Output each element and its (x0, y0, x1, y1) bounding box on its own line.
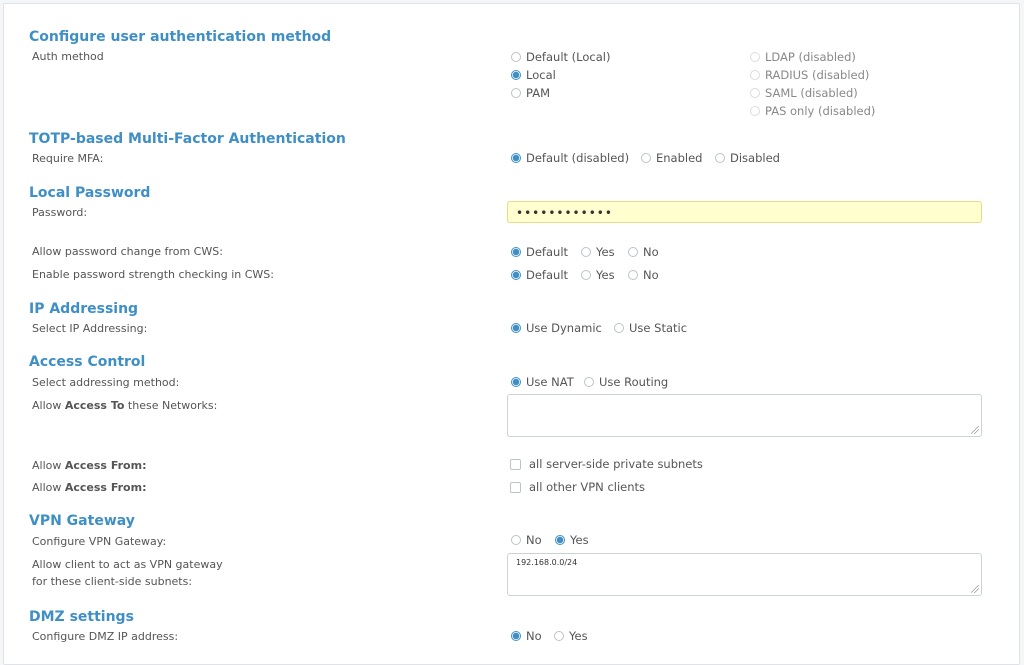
gateway-subnets-textarea[interactable]: 192.168.0.0/24 (507, 553, 982, 596)
gateway-option-no[interactable]: No (511, 533, 542, 547)
auth-section-title: Configure user authentication method (29, 29, 332, 45)
radio-disabled-icon (750, 88, 760, 98)
access-option-routing[interactable]: Use Routing (584, 375, 668, 389)
radio-disabled-icon (750, 70, 760, 80)
auth-option-pas-only: PAS only (disabled) (750, 104, 875, 118)
radio-checked-icon[interactable] (511, 377, 521, 387)
dmz-option-yes[interactable]: Yes (554, 629, 588, 643)
radio-checked-icon[interactable] (555, 535, 565, 545)
auth-option-ldap: LDAP (disabled) (750, 50, 856, 64)
radio-icon[interactable] (581, 270, 591, 280)
radio-checked-icon[interactable] (511, 631, 521, 641)
radio-disabled-icon (750, 106, 760, 116)
gateway-option-yes[interactable]: Yes (555, 533, 589, 547)
radio-icon[interactable] (628, 247, 638, 257)
addressing-method-label: Select addressing method: (32, 376, 180, 389)
server-subnets-checkbox[interactable]: all server-side private subnets (510, 457, 703, 471)
auth-option-pam[interactable]: PAM (511, 86, 550, 100)
mfa-option-disabled[interactable]: Disabled (715, 151, 780, 165)
password-change-label: Allow password change from CWS: (32, 245, 223, 258)
password-change-yes[interactable]: Yes (581, 245, 615, 259)
require-mfa-label: Require MFA: (32, 152, 104, 165)
ip-option-static[interactable]: Use Static (614, 321, 687, 335)
password-label: Password: (32, 206, 88, 219)
password-section-title: Local Password (29, 185, 151, 201)
radio-disabled-icon (750, 52, 760, 62)
resize-handle-icon[interactable] (971, 585, 979, 593)
radio-checked-icon[interactable] (511, 153, 521, 163)
password-strength-label: Enable password strength checking in CWS… (32, 268, 274, 281)
radio-icon[interactable] (511, 52, 521, 62)
radio-checked-icon[interactable] (511, 70, 521, 80)
ip-section-title: IP Addressing (29, 301, 139, 317)
radio-checked-icon[interactable] (511, 323, 521, 333)
auth-option-saml: SAML (disabled) (750, 86, 858, 100)
password-change-no[interactable]: No (628, 245, 659, 259)
access-networks-label: Allow Access To these Networks: (32, 399, 218, 412)
auth-method-label: Auth method (32, 50, 104, 63)
gateway-label: Configure VPN Gateway: (32, 535, 167, 548)
mfa-option-enabled[interactable]: Enabled (641, 151, 702, 165)
password-strength-default[interactable]: Default (511, 268, 568, 282)
resize-handle-icon[interactable] (971, 426, 979, 434)
password-input[interactable]: •••••••••••• (507, 201, 982, 223)
radio-icon[interactable] (641, 153, 651, 163)
password-strength-no[interactable]: No (628, 268, 659, 282)
checkbox-icon[interactable] (510, 481, 521, 493)
dmz-label: Configure DMZ IP address: (32, 630, 179, 643)
vpn-clients-checkbox[interactable]: all other VPN clients (510, 480, 645, 494)
radio-icon[interactable] (584, 377, 594, 387)
radio-icon[interactable] (715, 153, 725, 163)
radio-icon[interactable] (614, 323, 624, 333)
dmz-option-no[interactable]: No (511, 629, 542, 643)
auth-option-local[interactable]: Local (511, 68, 556, 82)
mfa-section-title: TOTP-based Multi-Factor Authentication (29, 131, 346, 147)
access-option-nat[interactable]: Use NAT (511, 375, 574, 389)
access-networks-textarea[interactable] (507, 394, 982, 437)
access-section-title: Access Control (29, 354, 146, 370)
password-change-default[interactable]: Default (511, 245, 568, 259)
access-from-label-1: Allow Access From: (32, 459, 147, 472)
password-strength-yes[interactable]: Yes (581, 268, 615, 282)
access-from-label-2: Allow Access From: (32, 481, 147, 494)
radio-icon[interactable] (511, 88, 521, 98)
radio-icon[interactable] (554, 631, 564, 641)
radio-checked-icon[interactable] (511, 270, 521, 280)
gateway-section-title: VPN Gateway (29, 513, 135, 529)
radio-icon[interactable] (628, 270, 638, 280)
ip-addressing-label: Select IP Addressing: (32, 322, 148, 335)
gateway-subnets-label-2: for these client-side subnets: (32, 575, 193, 588)
radio-checked-icon[interactable] (511, 247, 521, 257)
auth-option-default-local[interactable]: Default (Local) (511, 50, 610, 64)
mfa-option-default[interactable]: Default (disabled) (511, 151, 629, 165)
dmz-section-title: DMZ settings (29, 609, 134, 625)
auth-option-radius: RADIUS (disabled) (750, 68, 869, 82)
gateway-subnets-label-1: Allow client to act as VPN gateway (32, 558, 223, 571)
ip-option-dynamic[interactable]: Use Dynamic (511, 321, 602, 335)
radio-icon[interactable] (581, 247, 591, 257)
checkbox-icon[interactable] (510, 458, 521, 470)
radio-icon[interactable] (511, 535, 521, 545)
